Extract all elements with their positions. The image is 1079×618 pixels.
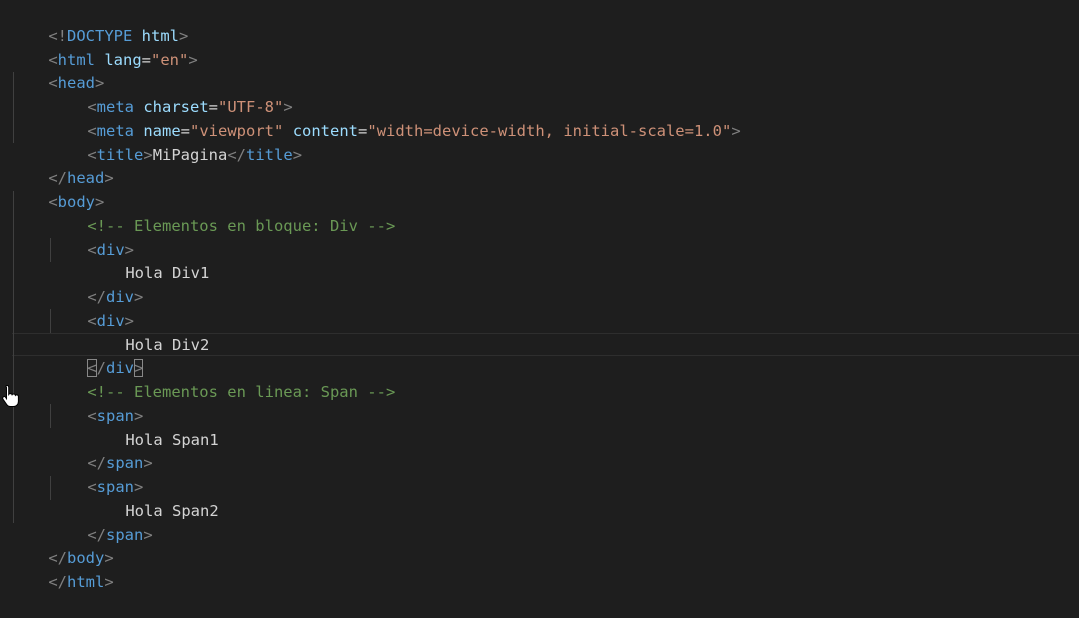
attribute-value: "width=device-width, initial-scale=1.0" bbox=[367, 121, 732, 140]
tag-bracket: > bbox=[143, 525, 153, 544]
code-line[interactable]: <!DOCTYPE html> bbox=[11, 1, 188, 45]
tag-bracket: > bbox=[143, 453, 153, 472]
code-line[interactable]: </html> bbox=[11, 547, 113, 591]
tag-bracket: > bbox=[104, 572, 114, 591]
tag-bracket: </ bbox=[227, 145, 247, 164]
tag-bracket: > bbox=[134, 287, 144, 306]
code-line[interactable]: </body> bbox=[11, 523, 113, 567]
hand-pointer-icon bbox=[2, 384, 20, 408]
tag-name: html bbox=[67, 572, 105, 591]
code-line-current[interactable]: </div> bbox=[50, 333, 144, 377]
code-line[interactable]: </head> bbox=[11, 143, 113, 187]
code-line[interactable]: <div> bbox=[50, 286, 134, 330]
code-line[interactable]: Hola Span2 bbox=[88, 476, 218, 520]
code-line[interactable]: <div> bbox=[50, 215, 134, 259]
code-line[interactable]: Hola Div1 bbox=[88, 238, 209, 282]
code-line[interactable]: Hola Div2 bbox=[88, 310, 209, 354]
code-line[interactable]: <head> bbox=[11, 48, 104, 92]
indent-guide bbox=[13, 191, 14, 523]
code-line[interactable]: <title>MiPagina</title> bbox=[50, 120, 302, 164]
attribute-name: content bbox=[292, 121, 359, 140]
code-line[interactable]: <meta name="viewport" content="width=dev… bbox=[50, 96, 740, 140]
tag-bracket: > bbox=[731, 121, 741, 140]
tag-bracket: > bbox=[292, 145, 303, 164]
tag-bracket: > bbox=[104, 168, 114, 187]
code-line[interactable]: <body> bbox=[11, 167, 104, 211]
text-content: MiPagina bbox=[152, 145, 228, 164]
code-line[interactable]: Hola Span1 bbox=[88, 405, 218, 449]
code-line[interactable]: <span> bbox=[50, 452, 143, 496]
attribute-value: "en" bbox=[151, 50, 189, 69]
code-editor[interactable]: <!DOCTYPE html> <html lang="en"> <head> … bbox=[0, 0, 1079, 591]
code-line[interactable]: <html lang="en"> bbox=[11, 25, 197, 69]
code-line[interactable]: </span> bbox=[50, 428, 152, 472]
equals-sign: = bbox=[358, 121, 368, 140]
code-line[interactable]: <meta charset="UTF-8"> bbox=[50, 72, 292, 116]
equals-sign: = bbox=[141, 50, 152, 69]
tag-bracket: </ bbox=[48, 572, 67, 591]
code-line[interactable]: </div> bbox=[50, 262, 143, 306]
code-line[interactable]: <!-- Elementos en linea: Span --> bbox=[50, 357, 395, 401]
attribute-name: lang bbox=[104, 50, 142, 69]
code-line[interactable]: </span> bbox=[50, 500, 152, 544]
tag-name: title bbox=[246, 145, 293, 164]
tag-bracket: > bbox=[143, 145, 153, 164]
code-line[interactable]: <!-- Elementos en bloque: Div --> bbox=[50, 191, 395, 235]
code-line[interactable]: <span> bbox=[50, 381, 143, 425]
tag-bracket: > bbox=[188, 50, 198, 69]
